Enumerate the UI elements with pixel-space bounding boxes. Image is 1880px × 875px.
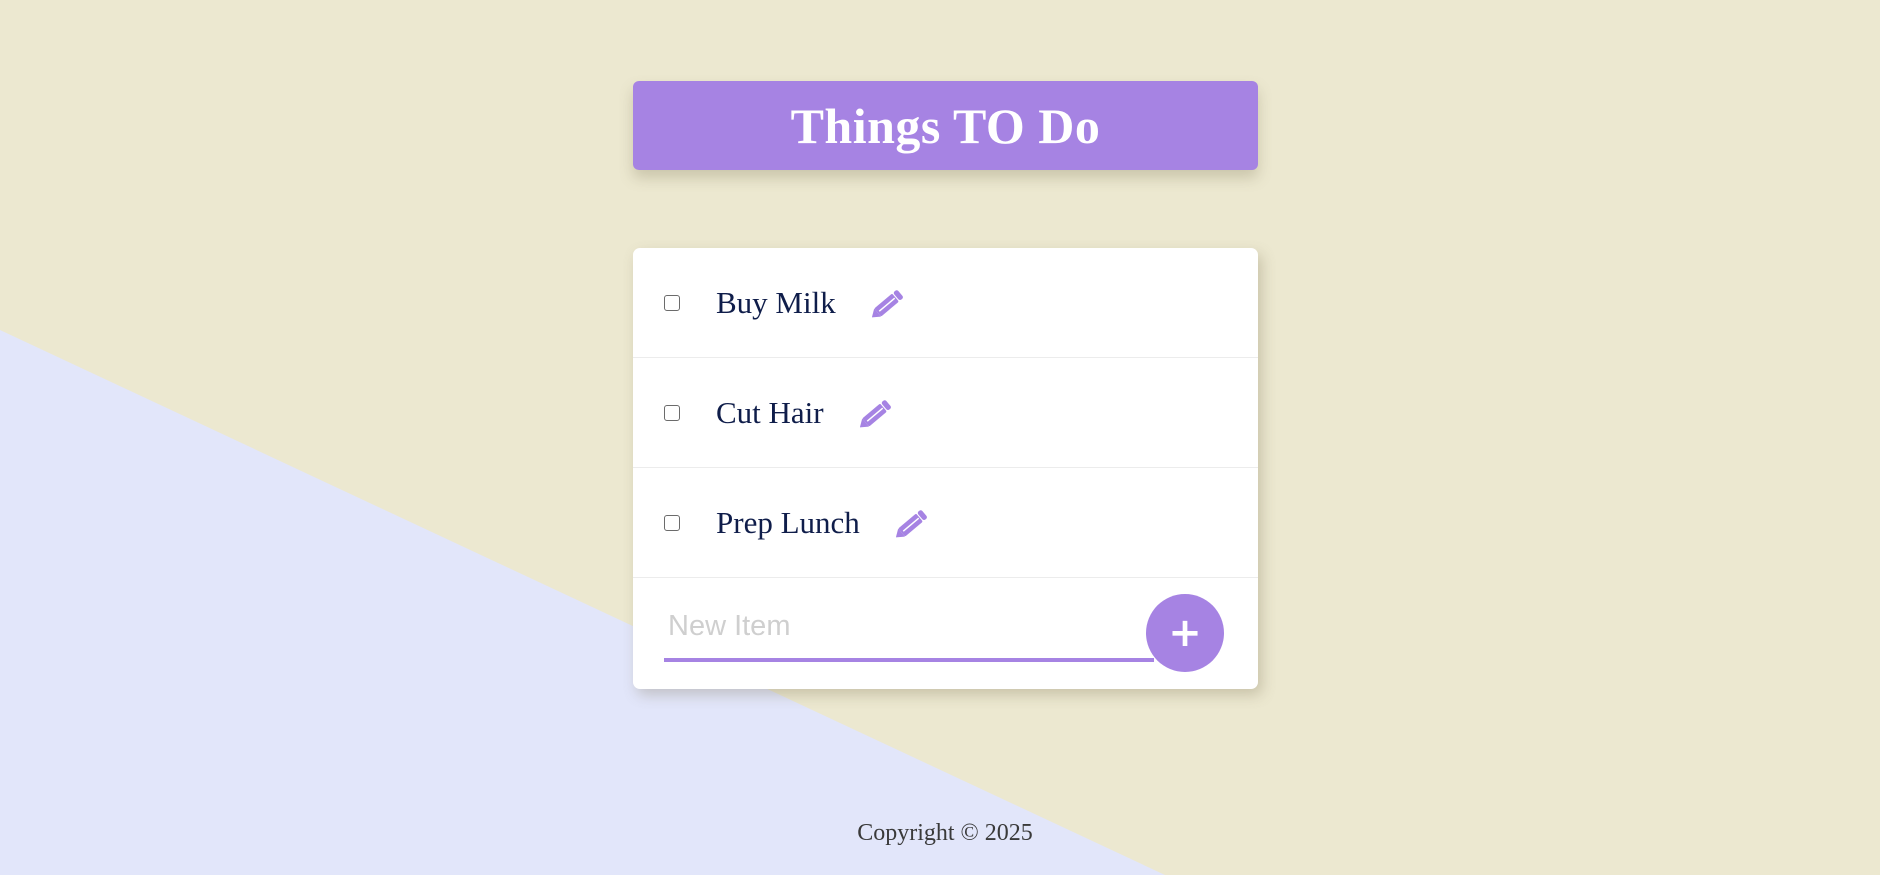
item-checkbox[interactable] [664, 294, 680, 311]
item-checkbox[interactable] [664, 514, 680, 531]
list-item: Cut Hair [633, 358, 1258, 468]
item-label: Buy Milk [716, 284, 836, 320]
title-banner: Things TO Do [633, 81, 1258, 170]
copyright-footer: Copyright © 2025 [857, 820, 1033, 846]
new-item-input[interactable] [664, 594, 1154, 662]
pencil-icon[interactable] [859, 396, 894, 430]
item-label: Prep Lunch [716, 504, 860, 540]
list-item: Prep Lunch [633, 468, 1258, 578]
pencil-icon[interactable] [895, 506, 930, 540]
add-item-button[interactable]: + [1146, 594, 1224, 672]
new-item-row: + [633, 578, 1258, 688]
page-title: Things TO Do [790, 97, 1101, 154]
item-checkbox[interactable] [664, 404, 680, 421]
item-label: Cut Hair [716, 394, 824, 430]
todo-list-card: Buy Milk Cut Hair Prep Lunch New Item + [633, 248, 1258, 689]
pencil-icon[interactable] [871, 286, 906, 320]
list-item: Buy Milk [633, 248, 1258, 358]
